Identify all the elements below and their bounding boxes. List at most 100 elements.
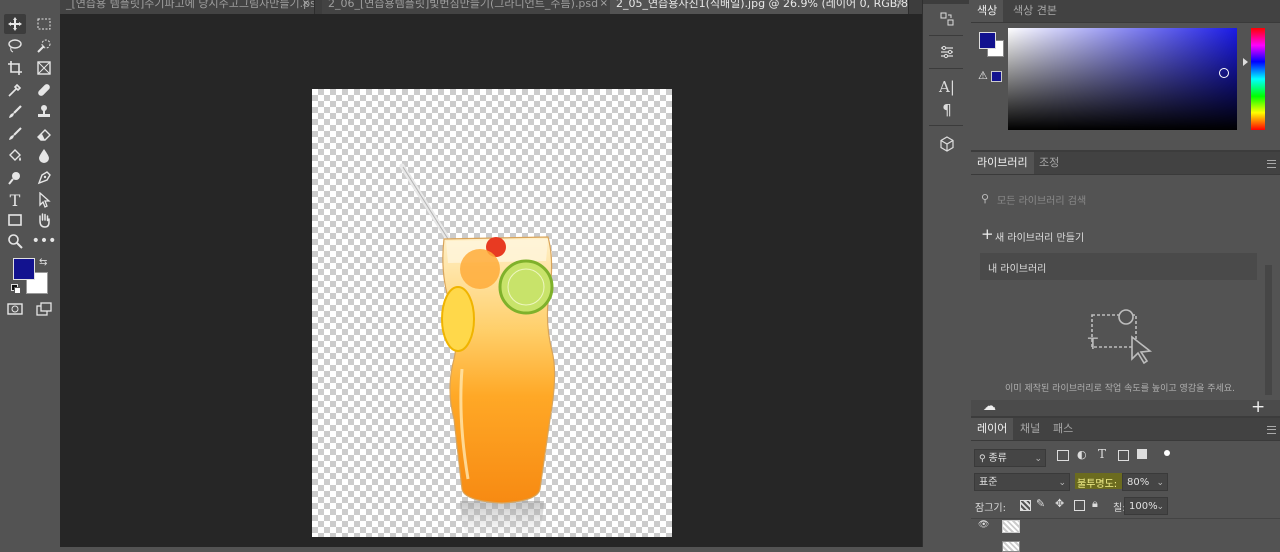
lock-transparent-icon[interactable] (1020, 500, 1031, 511)
brush-tool-icon[interactable] (4, 102, 26, 122)
default-colors-icon[interactable] (11, 284, 21, 294)
lock-pixels-icon[interactable]: ✎ (1036, 497, 1045, 510)
history-panel-icon[interactable] (935, 8, 959, 30)
clone-stamp-tool-icon[interactable] (33, 102, 55, 122)
type-tool-icon[interactable]: T (4, 190, 26, 210)
tab-title: _[연습용 템플릿]주기파고에 당시주고그림자만들기.psd (66, 0, 315, 10)
library-panel: 라이브러리 조정 ⚲ 모든 라이브러리 검색 + 새 라이브러리 만들기 내 라… (971, 150, 1280, 418)
tab-swatches[interactable]: 색상 견본 (1007, 0, 1063, 22)
filter-toggle-icon[interactable] (1164, 450, 1170, 456)
warning-icon[interactable]: ⚠ (978, 69, 988, 82)
hue-slider[interactable] (1251, 28, 1265, 130)
opacity-value: 80% (1127, 477, 1150, 488)
close-icon[interactable]: × (896, 0, 904, 9)
document-tab-bar: _[연습용 템플릿]주기파고에 당시주고그림자만들기.psd × 2_06_[연… (60, 0, 938, 14)
path-selection-tool-icon[interactable] (33, 190, 55, 210)
cloud-icon[interactable]: ☁ (983, 399, 996, 414)
properties-panel-icon[interactable] (935, 41, 959, 63)
quick-mask-icon[interactable] (4, 299, 26, 319)
tab-paths[interactable]: 패스 (1047, 418, 1079, 440)
color-panel-header: 색상 색상 견본 (971, 0, 1280, 23)
tab-layers[interactable]: 레이어 (971, 418, 1014, 440)
adjustment-filter-icon[interactable]: ◐ (1077, 448, 1087, 461)
swap-colors-icon[interactable]: ⇆ (39, 257, 47, 268)
library-scrollbar[interactable] (1265, 265, 1272, 395)
blur-tool-icon[interactable] (33, 146, 55, 166)
move-tool-icon[interactable] (4, 14, 26, 34)
marquee-tool-icon[interactable] (33, 14, 55, 34)
library-search-input[interactable]: 모든 라이브러리 검색 (997, 192, 1086, 207)
filter-kind-value: 종류 (988, 453, 1007, 464)
tab-libraries[interactable]: 라이브러리 (971, 152, 1034, 174)
color-picker-handle[interactable] (1219, 68, 1229, 78)
add-icon[interactable]: + (1251, 397, 1265, 417)
foreground-color-swatch[interactable] (13, 258, 35, 280)
plus-icon[interactable]: + (981, 227, 994, 242)
zoom-tool-icon[interactable] (4, 231, 26, 251)
lock-position-icon[interactable]: ✥ (1055, 497, 1064, 510)
screen-mode-icon[interactable] (33, 299, 55, 319)
eyedropper-tool-icon[interactable] (4, 80, 26, 100)
out-of-gamut-swatch[interactable] (991, 71, 1002, 82)
tab-adjustments[interactable]: 조정 (1033, 152, 1065, 174)
healing-brush-tool-icon[interactable] (33, 80, 55, 100)
close-icon[interactable]: × (302, 0, 310, 9)
close-icon[interactable]: × (600, 0, 608, 9)
lasso-tool-icon[interactable] (4, 36, 26, 56)
tab-channels[interactable]: 채널 (1014, 418, 1046, 440)
library-hint-text: 이미 제작된 라이브러리로 작업 속도를 높이고 영감을 주세요. (1005, 384, 1235, 394)
juice-glass-image (399, 163, 556, 537)
document-tab-active[interactable]: 2_05_연습용사진1(직배일).jpg @ 26.9% (레이어 0, RGB… (610, 0, 909, 14)
lock-artboard-icon[interactable] (1074, 500, 1085, 511)
layer-filter-select[interactable]: ⚲ 종류 ⌄ (974, 449, 1046, 467)
3d-cube-icon[interactable] (935, 133, 959, 155)
document-tab[interactable]: 2_06_[연습용템플릿]빛번짐만들기(그라디언트_주름).psd × (322, 0, 613, 14)
history-brush-tool-icon[interactable] (4, 124, 26, 144)
pixel-layer-filter-icon[interactable] (1057, 450, 1069, 461)
crop-tool-icon[interactable] (4, 58, 26, 78)
quick-selection-tool-icon[interactable] (33, 36, 55, 56)
shape-filter-icon[interactable] (1118, 450, 1129, 461)
fill-input[interactable]: 100% ⌄ (1124, 497, 1168, 515)
search-icon: ⚲ (981, 192, 990, 205)
new-library-button[interactable]: 새 라이브러리 만들기 (995, 229, 1084, 244)
hand-tool-icon[interactable] (33, 210, 55, 230)
dodge-tool-icon[interactable] (4, 168, 26, 188)
document-canvas[interactable] (312, 89, 672, 537)
frame-tool-icon[interactable] (33, 58, 55, 78)
panel-icon-strip: A| ¶ (922, 0, 972, 547)
color-foreground-swatch[interactable] (979, 32, 996, 49)
visibility-eye-icon[interactable]: 👁︎ (978, 520, 989, 530)
pen-tool-icon[interactable] (33, 168, 55, 188)
panel-menu-icon[interactable] (1267, 160, 1276, 168)
layer-thumbnail[interactable] (1002, 520, 1020, 533)
layers-panel-header: 레이어 채널 패스 (971, 418, 1280, 441)
tab-color[interactable]: 색상 (971, 0, 1004, 22)
chevron-down-icon: ⌄ (1058, 478, 1066, 488)
paint-bucket-tool-icon[interactable] (4, 146, 26, 166)
document-tab[interactable]: _[연습용 템플릿]주기파고에 당시주고그림자만들기.psd × (60, 0, 315, 14)
opacity-label: 불투명도: (1077, 479, 1118, 490)
library-panel-header: 라이브러리 조정 (971, 152, 1280, 175)
rectangle-tool-icon[interactable] (4, 210, 26, 230)
my-library-item[interactable]: 내 라이브러리 (980, 253, 1257, 280)
hue-slider-handle[interactable] (1243, 58, 1248, 66)
type-filter-icon[interactable]: T (1098, 447, 1106, 461)
more-tools-icon[interactable]: ••• (32, 231, 57, 251)
lock-label: 잠그기: (975, 503, 1006, 514)
layers-panel: 레이어 채널 패스 ⚲ 종류 ⌄ ◐ T 표준 ⌄ 불투명도: 80% ⌄ 잠그… (971, 416, 1280, 552)
character-panel-icon[interactable]: A| (935, 76, 959, 98)
smart-object-filter-icon[interactable] (1137, 449, 1147, 459)
blend-mode-select[interactable]: 표준 ⌄ (974, 473, 1070, 491)
opacity-input[interactable]: 80% ⌄ (1122, 473, 1168, 491)
paragraph-panel-icon[interactable]: ¶ (935, 99, 959, 121)
panel-menu-icon[interactable] (1267, 426, 1276, 434)
eraser-tool-icon[interactable] (33, 124, 55, 144)
chevron-down-icon: ⌄ (1156, 502, 1164, 512)
library-illustration-icon: T (1084, 307, 1156, 369)
layer-list: 👁︎ (971, 518, 1280, 552)
tab-title: 2_06_[연습용템플릿]빛번짐만들기(그라디언트_주름).psd (328, 0, 599, 10)
color-field[interactable] (1008, 28, 1237, 130)
lock-all-icon[interactable]: 🔒︎ (1092, 497, 1098, 511)
tab-title: 2_05_연습용사진1(직배일).jpg @ 26.9% (레이어 0, RGB… (616, 0, 909, 10)
